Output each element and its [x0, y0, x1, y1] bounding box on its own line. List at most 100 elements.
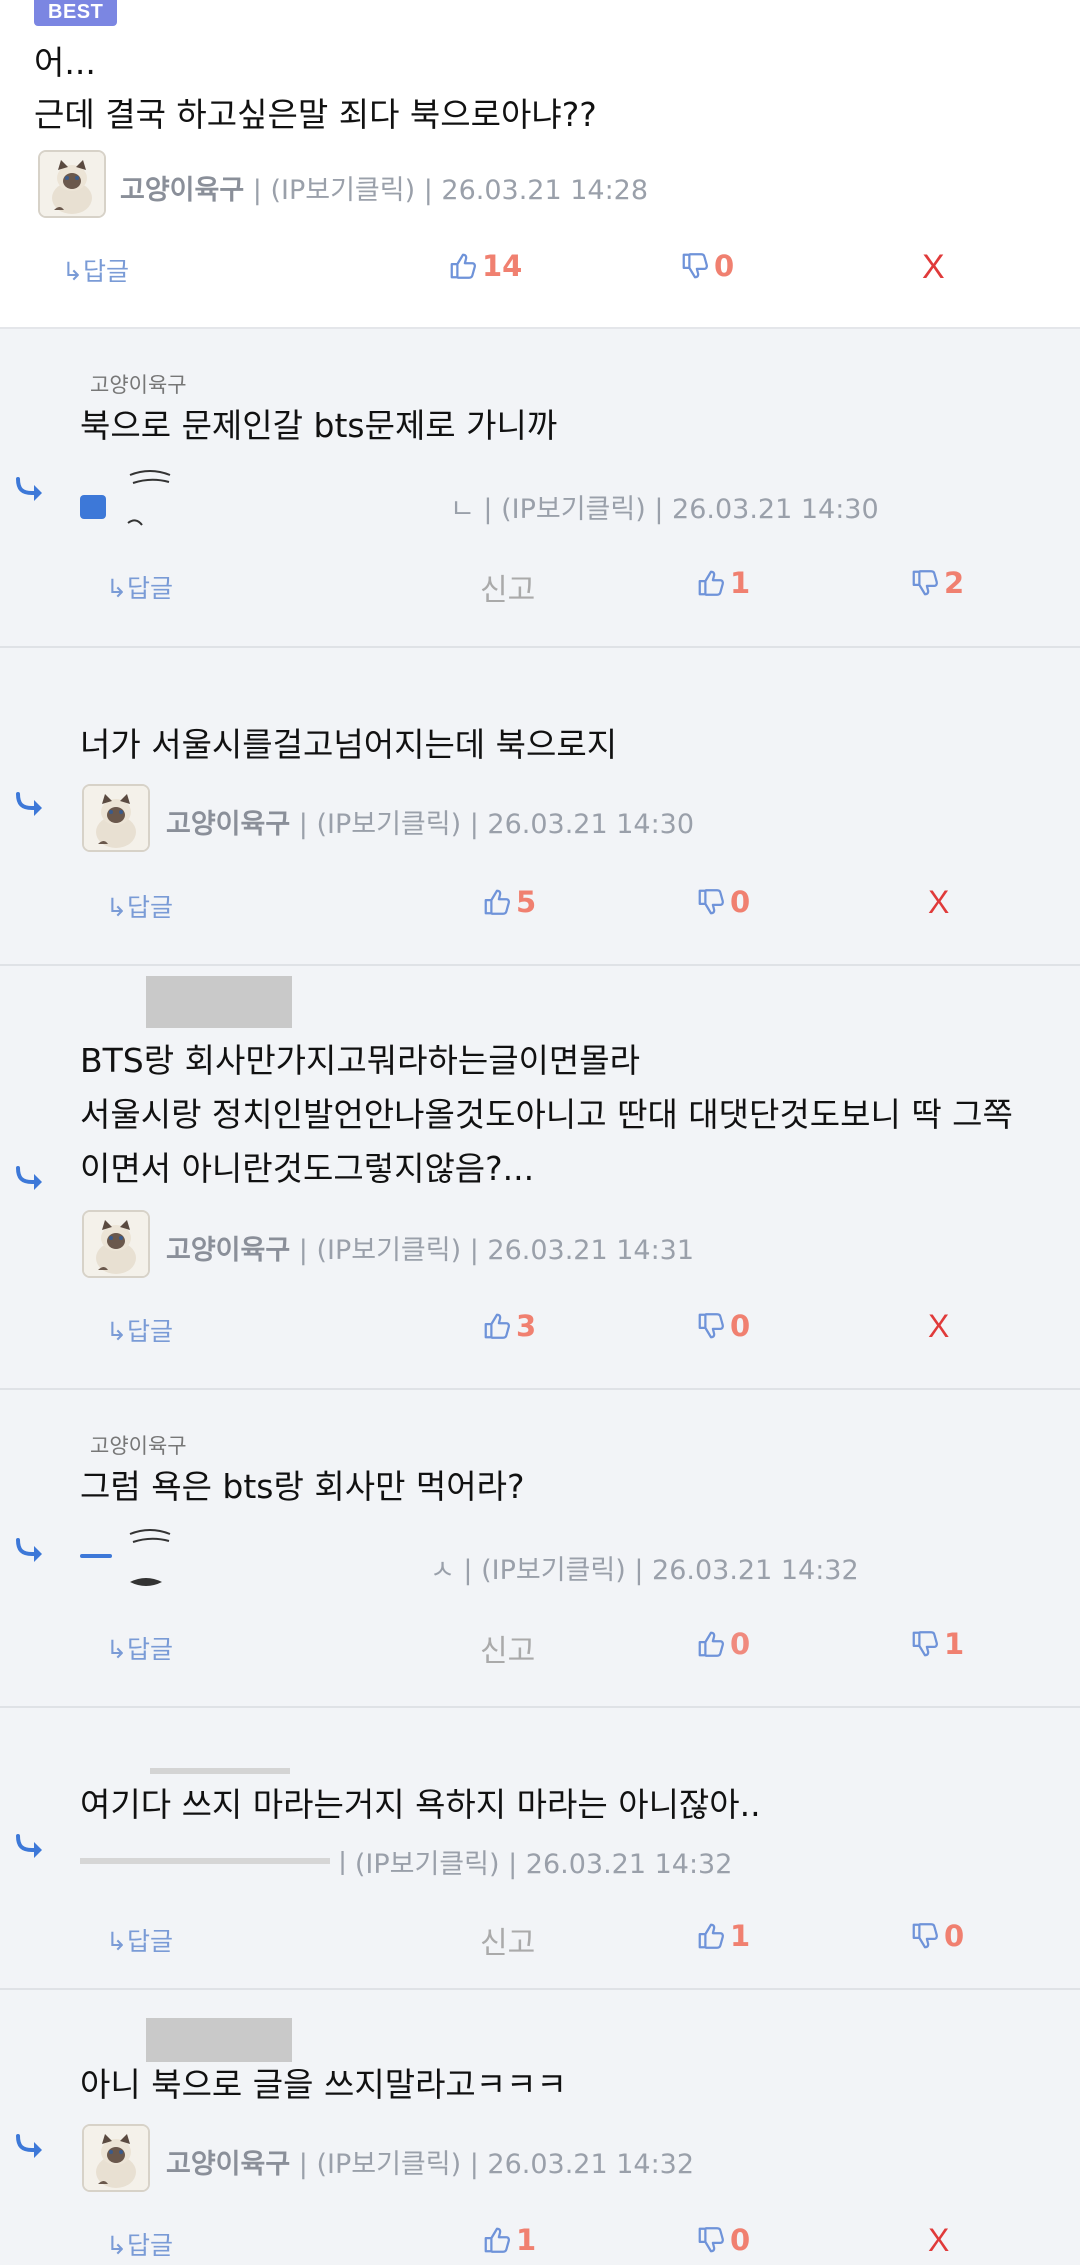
upvote-button[interactable]: 14: [448, 249, 522, 283]
reply-button[interactable]: ↳답글: [106, 1312, 173, 1348]
upvote-button[interactable]: 1: [696, 1919, 750, 1953]
author-name[interactable]: 고양이육구: [166, 809, 290, 840]
upvote-button[interactable]: 1: [696, 566, 750, 600]
cat-avatar[interactable]: [38, 150, 106, 218]
redacted-author: [146, 2018, 292, 2062]
downvote-button[interactable]: 1: [910, 1627, 964, 1661]
upvote-count: 1: [730, 1919, 751, 1953]
reply-comment: 고양이육구 그럼 욕은 bts랑 회사만 먹어라? ㅅ | (IP보기클릭) |…: [0, 1390, 1080, 1708]
meta-info: | (IP보기클릭) | 26.03.21 14:28: [244, 175, 649, 206]
report-button[interactable]: 신고: [480, 565, 535, 609]
upvote-count: 3: [516, 1309, 537, 1343]
cat-avatar[interactable]: [82, 1210, 150, 1278]
thumbs-up-icon: [696, 568, 726, 598]
upvote-button[interactable]: 0: [696, 1627, 750, 1661]
meta-info: ㅣ(IP보기클릭) | 26.03.21 14:32: [330, 1849, 733, 1880]
reply-button[interactable]: ↳답글: [106, 569, 173, 605]
meta-info: | (IP보기클릭) | 26.03.21 14:32: [290, 2149, 695, 2180]
report-button[interactable]: 신고: [480, 1626, 535, 1670]
upvote-button[interactable]: 3: [482, 1309, 536, 1343]
redacted-author: [146, 976, 292, 1028]
reply-button[interactable]: ↳답글: [62, 252, 129, 288]
downvote-button[interactable]: 0: [680, 249, 734, 283]
cat-avatar[interactable]: [82, 2124, 150, 2192]
reply-comment: 여기다 쓰지 마라는거지 욕하지 마라는 아니잖아.. ㅣ(IP보기클릭) | …: [0, 1708, 1080, 1990]
reply-comment: 고양이육구 북으로 문제인갈 bts문제로 가니까 ㄴ | (IP보기클릭) |…: [0, 329, 1080, 648]
downvote-count: 0: [730, 885, 751, 919]
thumbs-down-icon: [696, 1311, 726, 1341]
comment-text: 어...: [34, 43, 96, 82]
thumbs-up-icon: [696, 1921, 726, 1951]
comment-text: 아니 북으로 글을 쓰지말라고ㅋㅋㅋ: [80, 2065, 567, 2104]
redacted-avatar: [80, 470, 171, 526]
thumbs-up-icon: [448, 251, 478, 281]
author-name[interactable]: 고양이육구: [120, 175, 244, 206]
downvote-count: 1: [944, 1627, 965, 1661]
comment-text: 너가 서울시를걸고넘어지는데 북으로지: [80, 725, 618, 764]
upvote-count: 14: [482, 249, 523, 283]
delete-button[interactable]: X: [928, 2222, 949, 2259]
thumbs-up-icon: [696, 1629, 726, 1659]
comment-meta: ㅣ(IP보기클릭) | 26.03.21 14:32: [330, 1842, 732, 1881]
comment-text: 근데 결국 하고싶은말 죄다 북으로아냐??: [34, 95, 597, 134]
downvote-button[interactable]: 0: [696, 885, 750, 919]
redacted-author: [150, 1768, 290, 1774]
meta-info: | (IP보기클릭) | 26.03.21 14:30: [290, 809, 695, 840]
thumbs-down-icon: [696, 2225, 726, 2255]
downvote-button[interactable]: 0: [696, 1309, 750, 1343]
downvote-button[interactable]: 0: [910, 1919, 964, 1953]
comment-meta: 고양이육구 | (IP보기클릭) | 26.03.21 14:32: [166, 2142, 694, 2181]
thumbs-down-icon: [696, 887, 726, 917]
author-name[interactable]: 고양이육구: [166, 2149, 290, 2180]
thumbs-down-icon: [910, 568, 940, 598]
upvote-count: 5: [516, 885, 537, 919]
delete-button[interactable]: X: [928, 1308, 949, 1345]
reply-comment: 아니 북으로 글을 쓰지말라고ㅋㅋㅋ 고양이육구 | (IP보기클릭) | 26…: [0, 1990, 1080, 2265]
comment-text: 북으로 문제인갈 bts문제로 가니까: [80, 406, 558, 445]
reply-arrow-icon: [14, 475, 46, 505]
meta-info: ㄴ | (IP보기클릭) | 26.03.21 14:30: [450, 494, 879, 525]
redacted-author: [80, 1858, 330, 1864]
meta-info: | (IP보기클릭) | 26.03.21 14:31: [290, 1235, 695, 1266]
redacted-avatar: [80, 1529, 171, 1586]
downvote-button[interactable]: 0: [696, 2223, 750, 2257]
reply-button[interactable]: ↳답글: [106, 1630, 173, 1666]
reply-arrow-icon: [14, 1832, 46, 1862]
comment-text: 여기다 쓰지 마라는거지 욕하지 마라는 아니잖아..: [80, 1785, 761, 1824]
upvote-count: 1: [730, 566, 751, 600]
reply-comment: BTS랑 회사만가지고뭐라하는글이면몰라 서울시랑 정치인발언안나올것도아니고 …: [0, 966, 1080, 1390]
upvote-count: 1: [516, 2223, 537, 2257]
best-comment: BEST 어... 근데 결국 하고싶은말 죄다 북으로아냐?? 고양이육구 |…: [0, 0, 1080, 329]
delete-button[interactable]: X: [928, 884, 949, 921]
upvote-button[interactable]: 1: [482, 2223, 536, 2257]
delete-button[interactable]: X: [922, 248, 945, 287]
downvote-count: 0: [714, 249, 735, 283]
author-name[interactable]: 고양이육구: [166, 1235, 290, 1266]
thumbs-down-icon: [680, 251, 710, 281]
parent-author: 고양이육구: [90, 373, 187, 397]
cat-avatar[interactable]: [82, 784, 150, 852]
reply-button[interactable]: ↳답글: [106, 1922, 173, 1958]
reply-button[interactable]: ↳답글: [106, 2226, 173, 2262]
reply-arrow-icon: [14, 790, 46, 820]
reply-arrow-icon: [14, 1536, 46, 1566]
downvote-count: 2: [944, 566, 965, 600]
downvote-button[interactable]: 2: [910, 566, 964, 600]
comment-meta: 고양이육구 | (IP보기클릭) | 26.03.21 14:28: [120, 168, 648, 207]
thumbs-up-icon: [482, 887, 512, 917]
thumbs-down-icon: [910, 1921, 940, 1951]
reply-arrow-icon: [14, 1164, 46, 1194]
upvote-button[interactable]: 5: [482, 885, 536, 919]
report-button[interactable]: 신고: [480, 1918, 535, 1962]
downvote-count: 0: [730, 1309, 751, 1343]
comment-text: 이면서 아니란것도그렇지않음?...: [80, 1149, 535, 1188]
thumbs-up-icon: [482, 2225, 512, 2255]
reply-comment: 너가 서울시를걸고넘어지는데 북으로지 고양이육구 | (IP보기클릭) | 2…: [0, 648, 1080, 966]
comment-text: 그럼 욕은 bts랑 회사만 먹어라?: [80, 1467, 525, 1506]
downvote-count: 0: [944, 1919, 965, 1953]
comment-text: 서울시랑 정치인발언안나올것도아니고 딴대 대댓단것도보니 딱 그쪽: [80, 1095, 1013, 1134]
reply-button[interactable]: ↳답글: [106, 888, 173, 924]
upvote-count: 0: [730, 1627, 751, 1661]
thumbs-up-icon: [482, 1311, 512, 1341]
best-badge: BEST: [34, 0, 118, 26]
